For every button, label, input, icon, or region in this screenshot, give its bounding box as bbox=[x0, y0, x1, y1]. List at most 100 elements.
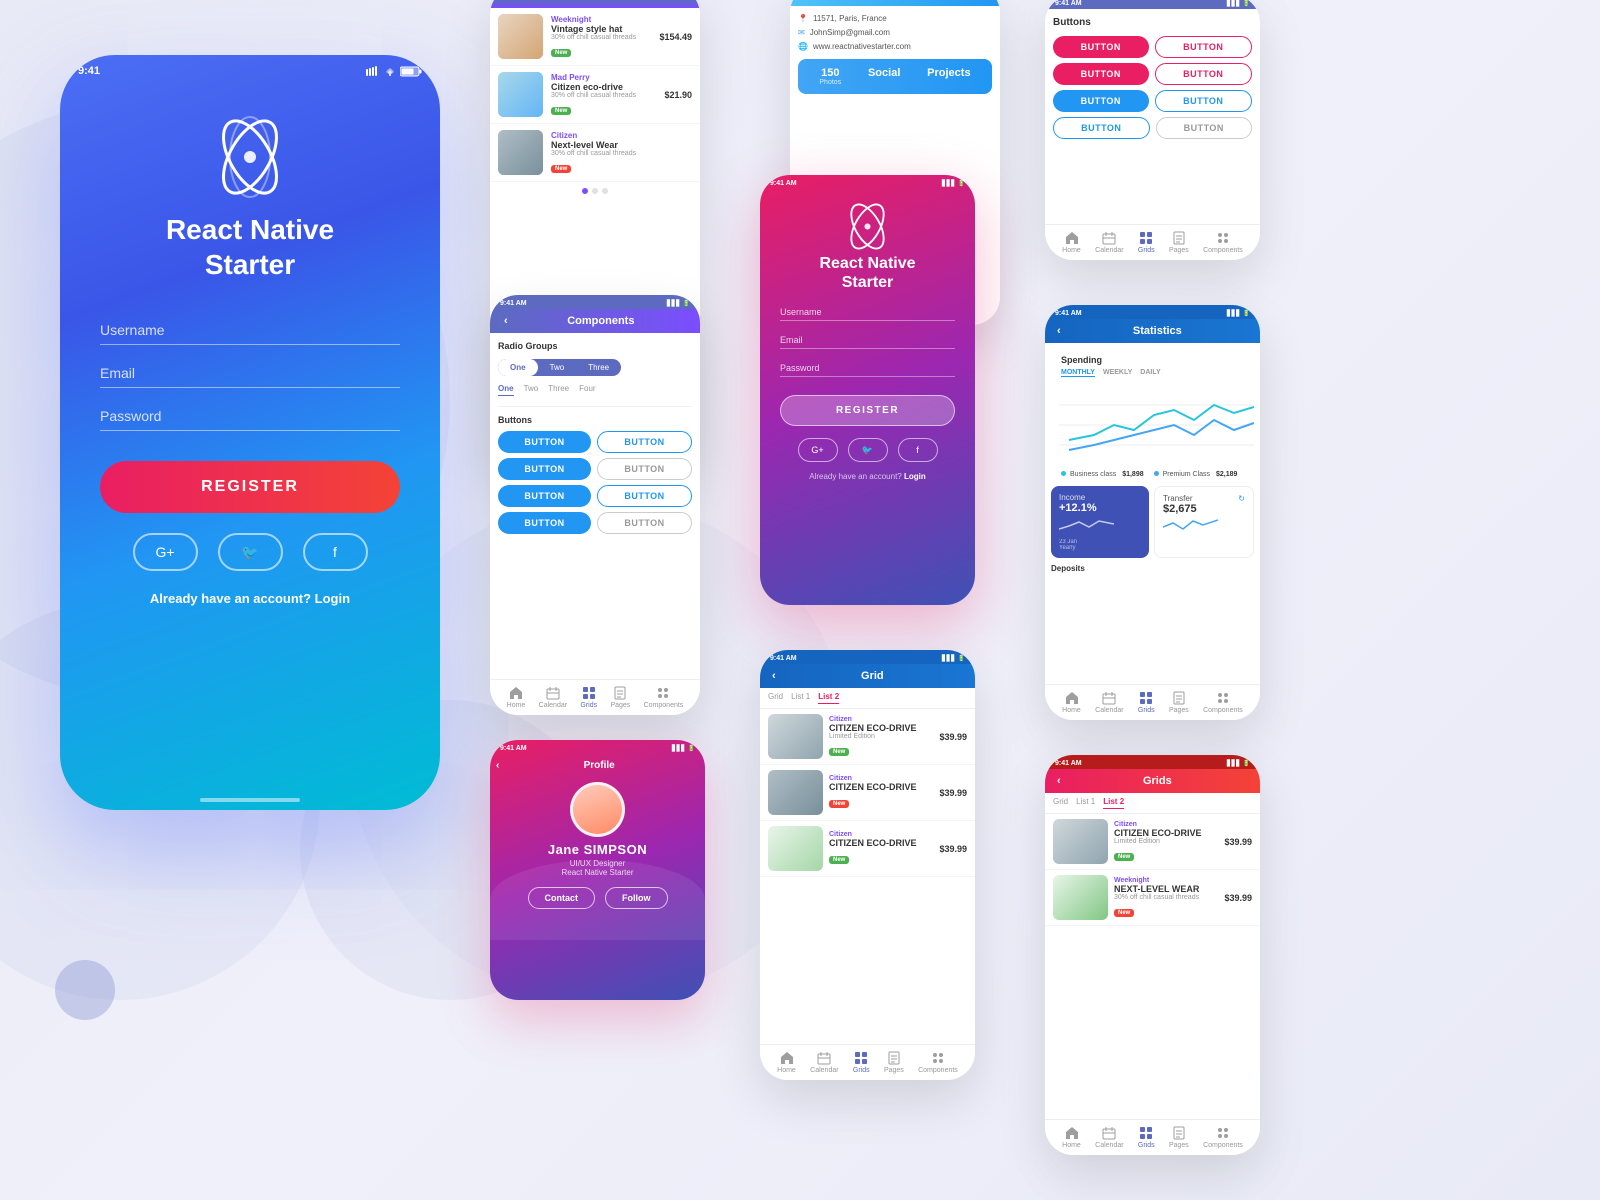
tab-calendar-7[interactable]: Calendar bbox=[1095, 691, 1123, 714]
btn-blue-outline-1-6[interactable]: BUTTON bbox=[1155, 90, 1253, 112]
tab-list2-10[interactable]: List 2 bbox=[1103, 797, 1124, 809]
google-btn-5[interactable]: G+ bbox=[798, 438, 838, 462]
income-value: +12.1% bbox=[1059, 502, 1141, 514]
tab-grids-4[interactable]: Grids bbox=[580, 686, 597, 709]
btn-red-1-6[interactable]: BUTTON bbox=[1053, 36, 1149, 58]
tab-grids-9[interactable]: Grids bbox=[853, 1051, 870, 1074]
product-img-3 bbox=[498, 130, 543, 175]
tab-home-9[interactable]: Home bbox=[777, 1051, 796, 1074]
btn-red-2-6[interactable]: BUTTON bbox=[1053, 63, 1149, 85]
buttons-label-phone4: Buttons bbox=[498, 415, 692, 425]
btn-blue-outline-2-6[interactable]: BUTTON bbox=[1053, 117, 1150, 139]
twitter-social-button[interactable]: 🐦 bbox=[218, 533, 283, 571]
tab-list1-9[interactable]: List 1 bbox=[791, 692, 810, 704]
pagination-dots bbox=[490, 182, 700, 200]
radio-one-filled[interactable]: One bbox=[498, 359, 538, 376]
twitter-btn-5[interactable]: 🐦 bbox=[848, 438, 888, 462]
radio-two-outline[interactable]: Two bbox=[524, 384, 539, 396]
income-card: Income +12.1% 23 Jan Yearly bbox=[1051, 486, 1149, 558]
register-button[interactable]: REGISTER bbox=[100, 461, 400, 513]
status-bar-phone5: 9:41 AM ▋▋▋ 🔋 bbox=[760, 175, 975, 189]
btn-filled-3[interactable]: BUTTON bbox=[498, 485, 591, 507]
status-bar-main: 9:41 bbox=[60, 55, 440, 82]
tab-grids-10[interactable]: Grids bbox=[1138, 1126, 1155, 1149]
radio-four-outline[interactable]: Four bbox=[579, 384, 595, 396]
dot-active bbox=[582, 188, 588, 194]
tab-calendar-9[interactable]: Calendar bbox=[810, 1051, 838, 1074]
tab-components-6[interactable]: Components bbox=[1203, 231, 1243, 254]
btn-outline-1[interactable]: BUTTON bbox=[597, 431, 692, 453]
btn-red-outline-1-6[interactable]: BUTTON bbox=[1155, 36, 1253, 58]
business-dot bbox=[1061, 471, 1066, 476]
statistics-header: ‹ Statistics bbox=[1045, 319, 1260, 343]
tab-daily[interactable]: DAILY bbox=[1140, 369, 1160, 377]
tab-grids-6[interactable]: Grids bbox=[1138, 231, 1155, 254]
tab-home-7[interactable]: Home bbox=[1062, 691, 1081, 714]
back-arrow-phone7[interactable]: ‹ bbox=[1051, 325, 1061, 337]
radio-groups-label: Radio Groups bbox=[498, 341, 692, 351]
social-buttons: G+ 🐦 f bbox=[100, 533, 400, 571]
brand-3-9: Citizen bbox=[829, 831, 929, 838]
contact-btn-8[interactable]: Contact bbox=[528, 887, 596, 909]
tab-calendar-6[interactable]: Calendar bbox=[1095, 231, 1123, 254]
tab-pages-4[interactable]: Pages bbox=[610, 686, 630, 709]
tab-components-4[interactable]: Components bbox=[644, 686, 684, 709]
tab-calendar-4[interactable]: Calendar bbox=[539, 686, 567, 709]
btn-gray-1[interactable]: BUTTON bbox=[597, 458, 692, 480]
stat-photos: 150 Photos bbox=[819, 67, 841, 86]
grids-header-10: ‹ Grids bbox=[1045, 769, 1260, 793]
tab-monthly[interactable]: MONTHLY bbox=[1061, 369, 1095, 377]
tab-calendar-10[interactable]: Calendar bbox=[1095, 1126, 1123, 1149]
status-bar-phone4: 9:41 AM ▋▋▋ 🔋 bbox=[490, 295, 700, 309]
back-arrow-9[interactable]: ‹ bbox=[766, 670, 776, 682]
tab-grid-9[interactable]: Grid bbox=[768, 692, 783, 704]
btn-filled-4[interactable]: BUTTON bbox=[498, 512, 591, 534]
badge-2: New bbox=[551, 107, 571, 115]
icons-phone6: ▋▋▋ 🔋 bbox=[1227, 0, 1250, 7]
home-indicator-main bbox=[200, 798, 300, 802]
tab-weekly[interactable]: WEEKLY bbox=[1103, 369, 1132, 377]
phone-register-gradient: 9:41 AM ▋▋▋ 🔋 React NativeStarter Userna… bbox=[760, 175, 975, 605]
google-social-button[interactable]: G+ bbox=[133, 533, 198, 571]
back-arrow-8[interactable]: ‹ bbox=[496, 760, 499, 771]
facebook-social-button[interactable]: f bbox=[303, 533, 368, 571]
back-arrow-10[interactable]: ‹ bbox=[1051, 775, 1061, 787]
tab-grid-10[interactable]: Grid bbox=[1053, 797, 1068, 809]
tab-home-6[interactable]: Home bbox=[1062, 231, 1081, 254]
tab-components-9[interactable]: Components bbox=[918, 1051, 958, 1074]
btn-gray-2[interactable]: BUTTON bbox=[597, 512, 692, 534]
avatar-8 bbox=[570, 782, 625, 837]
radio-two-filled[interactable]: Two bbox=[538, 359, 577, 376]
tab-list2-9[interactable]: List 2 bbox=[818, 692, 839, 704]
tab-pages-7[interactable]: Pages bbox=[1169, 691, 1189, 714]
tab-components-7[interactable]: Components bbox=[1203, 691, 1243, 714]
tab-components-10[interactable]: Components bbox=[1203, 1126, 1243, 1149]
btn-filled-2[interactable]: BUTTON bbox=[498, 458, 591, 480]
btn-gray-6[interactable]: BUTTON bbox=[1156, 117, 1253, 139]
tab-list1-10[interactable]: List 1 bbox=[1076, 797, 1095, 809]
back-arrow-phone4[interactable]: ‹ bbox=[496, 315, 508, 327]
facebook-btn-5[interactable]: f bbox=[898, 438, 938, 462]
tab-home-4[interactable]: Home bbox=[507, 686, 526, 709]
buttons-content-phone6: Buttons BUTTON BUTTON BUTTON BUTTON BUTT… bbox=[1045, 9, 1260, 152]
tab-home-10[interactable]: Home bbox=[1062, 1126, 1081, 1149]
radio-one-outline[interactable]: One bbox=[498, 384, 514, 396]
tab-pages-10[interactable]: Pages bbox=[1169, 1126, 1189, 1149]
tab-pages-9[interactable]: Pages bbox=[884, 1051, 904, 1074]
email-label-5: Email bbox=[780, 335, 955, 345]
legend-business: Business class $1,898 bbox=[1061, 471, 1144, 478]
tab-pages-6[interactable]: Pages bbox=[1169, 231, 1189, 254]
button-row-4: BUTTON BUTTON bbox=[498, 512, 692, 534]
register-btn-phone5[interactable]: REGISTER bbox=[780, 395, 955, 426]
btn-red-outline-2-6[interactable]: BUTTON bbox=[1155, 63, 1253, 85]
radio-three-outline[interactable]: Three bbox=[548, 384, 569, 396]
radio-three-filled[interactable]: Three bbox=[576, 359, 621, 376]
follow-btn-8[interactable]: Follow bbox=[605, 887, 668, 909]
btn-filled-1[interactable]: BUTTON bbox=[498, 431, 591, 453]
already-account-text: Already have an account? Login bbox=[100, 591, 400, 606]
login-link-5[interactable]: Login bbox=[904, 472, 926, 481]
profile-content-8: 9:41 AM ▋▋▋ 🔋 ‹ Profile Jane SIMPSON UI/… bbox=[490, 740, 705, 909]
btn-blue-1-6[interactable]: BUTTON bbox=[1053, 90, 1149, 112]
tab-grids-7[interactable]: Grids bbox=[1138, 691, 1155, 714]
btn-outline-2[interactable]: BUTTON bbox=[597, 485, 692, 507]
